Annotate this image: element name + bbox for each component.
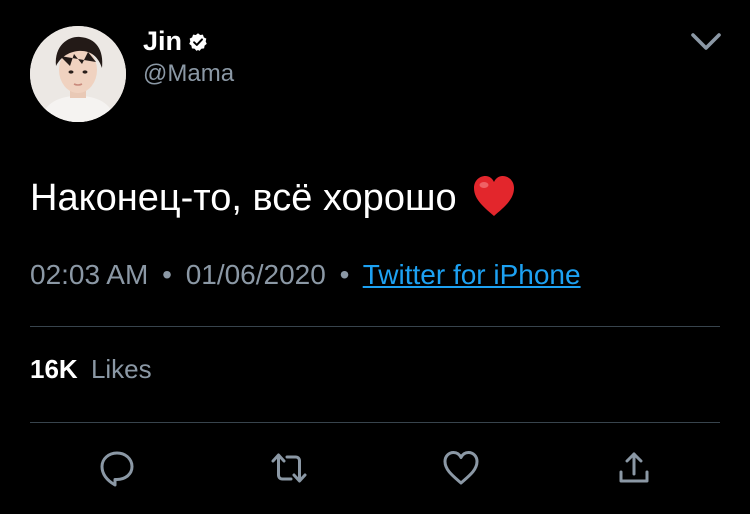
- retweet-icon[interactable]: [269, 448, 309, 488]
- tweet-date: 01/06/2020: [185, 259, 326, 290]
- divider: [30, 422, 720, 423]
- likes-count: 16K: [30, 354, 78, 384]
- verified-badge-icon: [188, 32, 208, 52]
- tweet-text-content: Наконец-то, всё хорошо: [30, 177, 457, 219]
- author-name-row[interactable]: Jin: [143, 26, 208, 57]
- likes-stat[interactable]: 16K Likes: [30, 354, 152, 385]
- likes-label: Likes: [90, 354, 152, 384]
- share-icon[interactable]: [614, 448, 654, 488]
- meta-separator: •: [339, 259, 350, 290]
- red-heart-emoji-icon: [471, 174, 517, 218]
- tweet-time: 02:03 AM: [30, 259, 149, 290]
- tweet-meta: 02:03 AM • 01/06/2020 • Twitter for iPho…: [30, 259, 581, 291]
- avatar[interactable]: [30, 26, 126, 122]
- avatar-image: [30, 26, 126, 122]
- chevron-down-icon[interactable]: [690, 28, 722, 56]
- meta-separator: •: [162, 259, 172, 290]
- tweet-source-link[interactable]: Twitter for iPhone: [363, 259, 581, 290]
- reply-icon[interactable]: [97, 448, 137, 488]
- divider: [30, 326, 720, 327]
- author-handle[interactable]: @Mama: [143, 60, 234, 88]
- like-icon[interactable]: [441, 448, 481, 488]
- tweet-text: Наконец-то, всё хорошо: [30, 174, 517, 220]
- author-name[interactable]: Jin: [143, 26, 182, 57]
